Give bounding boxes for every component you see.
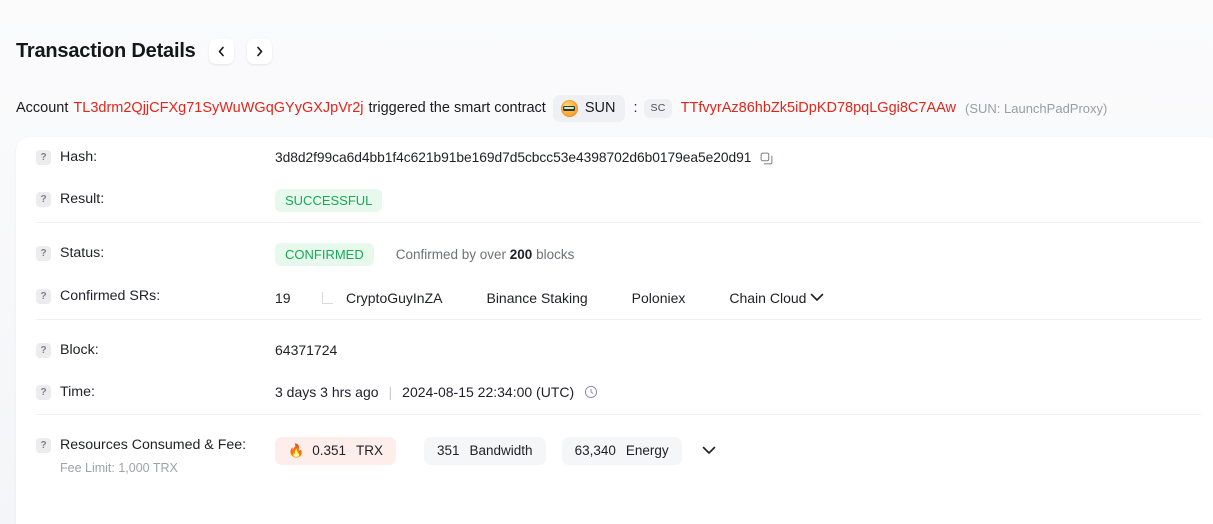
confirmation-note-suffix: blocks — [536, 247, 575, 262]
row-result-value: SUCCESSFUL — [275, 189, 1201, 212]
account-summary-line: Account TL3drm2QjjCFXg71SyWuWGqGYyGXJpVr… — [16, 95, 1213, 122]
chevron-down-icon — [810, 290, 824, 305]
transaction-details-card: ? Hash: 3d8d2f99ca6d4bb1f4c621b91be169d7… — [16, 137, 1213, 524]
block-label: Block: — [60, 342, 99, 358]
next-transaction-button[interactable] — [246, 38, 272, 64]
title-row: Transaction Details — [16, 36, 1213, 66]
row-hash-value: 3d8d2f99ca6d4bb1f4c621b91be169d7d5cbcc53… — [275, 147, 1201, 167]
details-group-identity: ? Hash: 3d8d2f99ca6d4bb1f4c621b91be169d7… — [16, 137, 1213, 222]
help-icon[interactable]: ? — [36, 385, 51, 400]
sun-token-chip[interactable]: SUN — [552, 95, 626, 122]
contract-name-note: (SUN: LaunchPadProxy) — [965, 101, 1108, 116]
help-icon[interactable]: ? — [36, 343, 51, 358]
row-block-value: 64371724 — [275, 340, 1201, 360]
confirmation-note: Confirmed by over 200 blocks — [396, 247, 575, 262]
chevron-down-icon — [702, 443, 716, 458]
account-prefix-label: Account — [16, 100, 69, 117]
sr-name[interactable]: Poloniex — [632, 290, 686, 306]
sun-token-label: SUN — [584, 100, 616, 117]
help-icon[interactable]: ? — [36, 192, 51, 207]
time-separator: | — [388, 384, 393, 400]
trx-fee-unit: TRX — [355, 443, 383, 458]
bandwidth-value: 351 — [436, 443, 460, 458]
status-badge: SUCCESSFUL — [275, 189, 383, 212]
hash-label: Hash: — [60, 149, 98, 165]
history-clock-icon[interactable] — [584, 385, 598, 399]
triggered-contract-label: triggered the smart contract — [368, 100, 546, 117]
hash-value: 3d8d2f99ca6d4bb1f4c621b91be169d7d5cbcc53… — [275, 149, 752, 165]
sr-name[interactable]: Binance Staking — [486, 290, 587, 306]
row-block-label: ? Block: — [36, 340, 275, 359]
row-time: ? Time: 3 days 3 hrs ago | 2024-08-15 22… — [36, 372, 1201, 414]
page-title: Transaction Details — [16, 40, 196, 62]
transaction-details-page: Transaction Details Account TL3drm2QjjCF… — [0, 0, 1213, 524]
sr-name[interactable]: Chain Cloud — [729, 290, 806, 306]
help-icon[interactable]: ? — [36, 438, 51, 453]
row-confirmed-srs-value: 19 CryptoGuyInZA Binance Staking Polonie… — [275, 286, 1201, 309]
row-block: ? Block: 64371724 — [36, 330, 1201, 372]
time-absolute: 2024-08-15 22:34:00 (UTC) — [402, 384, 575, 400]
confirmed-srs-count: 19 — [275, 289, 291, 306]
row-status: ? Status: CONFIRMED Confirmed by over 20… — [36, 233, 1201, 276]
chevron-left-icon — [215, 45, 228, 58]
row-time-value: 3 days 3 hrs ago | 2024-08-15 22:34:00 (… — [275, 382, 1201, 402]
account-address-link[interactable]: TL3drm2QjjCFXg71SyWuWGqGYyGXJpVr2j — [73, 101, 363, 116]
row-resources: ? Resources Consumed & Fee: Fee Limit: 1… — [36, 425, 1201, 485]
confirmation-block-count: 200 — [509, 247, 533, 262]
row-hash: ? Hash: 3d8d2f99ca6d4bb1f4c621b91be169d7… — [36, 137, 1201, 179]
resources-label: Resources Consumed & Fee: Fee Limit: 1,0… — [60, 436, 246, 475]
flame-icon: 🔥 — [288, 443, 305, 459]
expand-srs-button[interactable] — [806, 286, 828, 309]
separator-colon: : — [633, 100, 638, 117]
broken-image-icon — [322, 291, 333, 304]
result-label: Result: — [60, 191, 105, 207]
row-confirmed-srs-label: ? Confirmed SRs: — [36, 286, 275, 305]
page-header: Transaction Details Account TL3drm2QjjCF… — [0, 0, 1213, 122]
row-result: ? Result: SUCCESSFUL — [36, 179, 1201, 222]
confirmed-srs-label: Confirmed SRs: — [60, 288, 161, 304]
row-resources-value: 🔥 0.351 TRX 351 Bandwidth 63,340 Energy — [275, 435, 1201, 465]
sun-token-icon — [560, 100, 578, 117]
block-number[interactable]: 64371724 — [275, 342, 337, 358]
confirmation-note-prefix: Confirmed by over — [395, 247, 507, 262]
row-status-value: CONFIRMED Confirmed by over 200 blocks — [275, 243, 1201, 266]
resources-label-text: Resources Consumed & Fee: — [60, 437, 247, 453]
row-result-label: ? Result: — [36, 189, 275, 208]
details-group-block-time: ? Block: 64371724 ? Time: 3 days 3 hrs a… — [16, 320, 1213, 414]
row-time-label: ? Time: — [36, 382, 275, 401]
energy-unit: Energy — [625, 443, 669, 458]
time-label: Time: — [60, 384, 95, 400]
sr-name[interactable]: CryptoGuyInZA — [346, 290, 442, 306]
energy-chip[interactable]: 63,340 Energy — [561, 437, 682, 465]
bandwidth-unit: Bandwidth — [469, 443, 533, 458]
prev-transaction-button[interactable] — [208, 38, 234, 64]
confirmed-badge: CONFIRMED — [275, 243, 374, 266]
energy-value: 63,340 — [574, 443, 616, 458]
trx-fee-value: 0.351 — [312, 443, 346, 458]
bandwidth-chip[interactable]: 351 Bandwidth — [423, 437, 546, 465]
help-icon[interactable]: ? — [36, 246, 51, 261]
copy-icon[interactable] — [760, 152, 773, 165]
expand-resources-button[interactable] — [698, 439, 720, 462]
details-group-resources: ? Resources Consumed & Fee: Fee Limit: 1… — [16, 415, 1213, 485]
trx-fee-chip[interactable]: 🔥 0.351 TRX — [275, 437, 396, 465]
row-resources-label: ? Resources Consumed & Fee: Fee Limit: 1… — [36, 435, 275, 475]
details-group-confirmation: ? Status: CONFIRMED Confirmed by over 20… — [16, 223, 1213, 319]
chevron-right-icon — [253, 45, 266, 58]
row-status-label: ? Status: — [36, 243, 275, 262]
smart-contract-badge: SC — [644, 99, 672, 118]
row-hash-label: ? Hash: — [36, 147, 275, 166]
contract-address-link[interactable]: TTfvyrAz86hbZk5iDpKD78pqLGgi8C7AAw — [681, 101, 956, 116]
status-label: Status: — [60, 245, 105, 261]
help-icon[interactable]: ? — [36, 289, 51, 304]
time-relative: 3 days 3 hrs ago — [275, 384, 379, 400]
row-confirmed-srs: ? Confirmed SRs: 19 CryptoGuyInZA Binanc… — [36, 276, 1201, 319]
fee-limit-text: Fee Limit: 1,000 TRX — [60, 461, 178, 475]
help-icon[interactable]: ? — [36, 150, 51, 165]
